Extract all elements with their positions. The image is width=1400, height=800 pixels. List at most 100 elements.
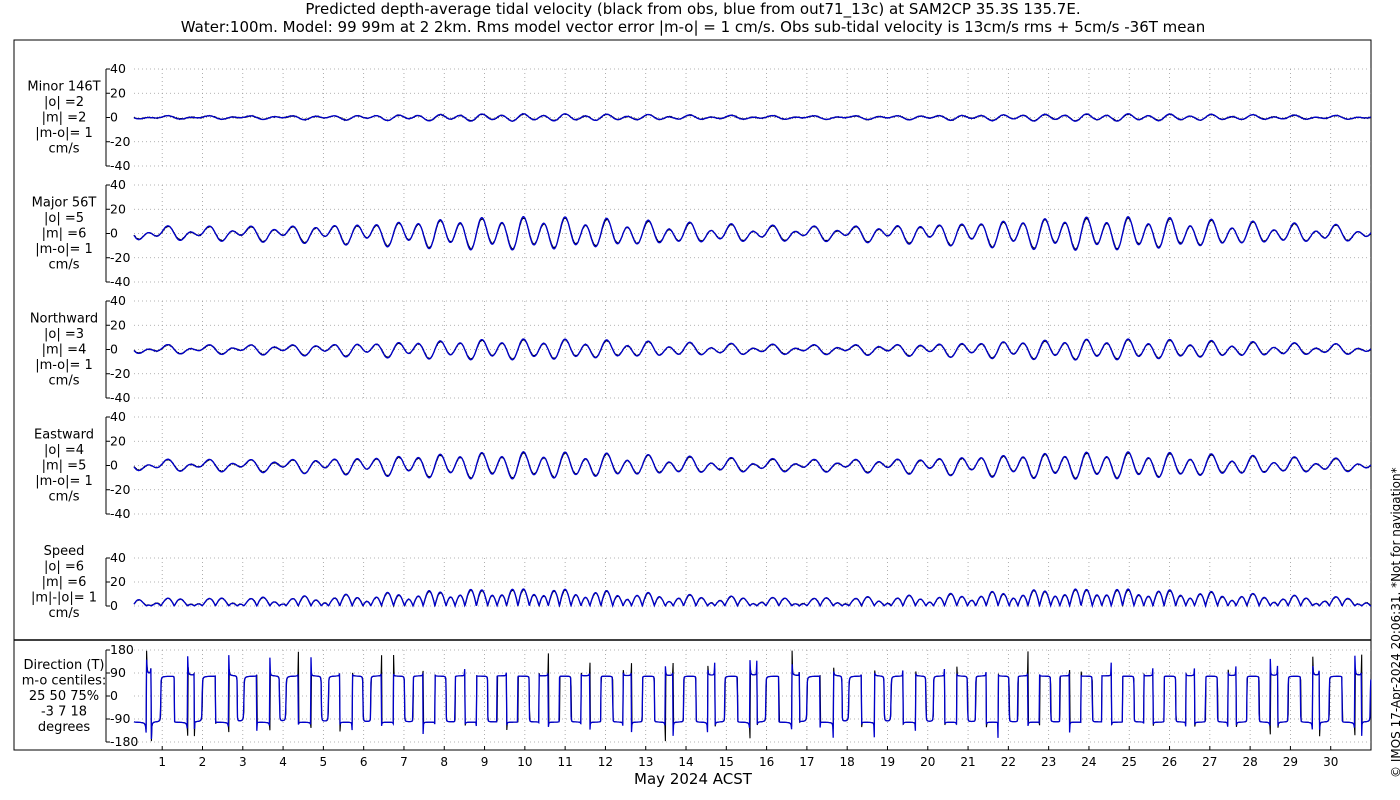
xtick-label-2: 2 [199, 755, 207, 769]
ytick-label-direction-4: -180 [110, 734, 138, 749]
ytick-label-speed-0: 40 [110, 550, 126, 565]
series-model-speed [133, 588, 1372, 609]
ytick-label-major-3: -20 [110, 250, 130, 265]
ytick-label-minor-3: -20 [110, 134, 130, 149]
panel-label-major-0: Major 56T [32, 196, 97, 211]
xtick-label-12: 12 [598, 755, 613, 769]
panel-label-minor-0: Minor 146T [27, 80, 100, 95]
ytick-label-eastward-3: -20 [110, 482, 130, 497]
panel-label-major-3: |m-o|= 1 [35, 242, 93, 257]
panel-direction: 180 90 0 -90 -180 Direction (T)m-o centiles:2… [22, 642, 1372, 749]
ytick-label-major-2: 0 [110, 226, 118, 241]
panel-label-speed-0: Speed [44, 544, 85, 559]
xtick-label-20: 20 [920, 755, 935, 769]
x-axis-label: May 2024 ACST [634, 770, 753, 788]
panel-label-eastward-4: cm/s [49, 490, 80, 505]
copyright-note: © IMOS 17-Apr-2024 20:06:31. *Not for na… [1389, 467, 1400, 778]
panel-label-northward-4: cm/s [49, 374, 80, 389]
xtick-label-24: 24 [1081, 755, 1096, 769]
xtick-label-28: 28 [1242, 755, 1257, 769]
panel-label-northward-2: |m| =4 [42, 343, 87, 358]
series-model-northward [133, 338, 1372, 361]
series-model-minor [133, 113, 1372, 122]
panel-label-speed-3: |m|-|o|= 1 [31, 591, 97, 606]
xtick-label-15: 15 [719, 755, 734, 769]
series-obs-direction [133, 650, 1372, 742]
xtick-label-1: 1 [158, 755, 166, 769]
panel-label-speed-1: |o| =6 [44, 560, 84, 575]
xtick-label-3: 3 [239, 755, 247, 769]
xtick-label-11: 11 [557, 755, 572, 769]
panel-label-minor-4: cm/s [49, 142, 80, 157]
ytick-label-northward-0: 40 [110, 293, 126, 308]
xtick-label-19: 19 [880, 755, 895, 769]
ytick-label-minor-4: -40 [110, 158, 130, 173]
panel-label-minor-3: |m-o|= 1 [35, 126, 93, 141]
xtick-label-23: 23 [1041, 755, 1056, 769]
ytick-label-speed-2: 0 [110, 598, 118, 613]
xtick-label-4: 4 [279, 755, 287, 769]
panel-label-direction-4: degrees [38, 720, 91, 735]
panel-label-direction-1: m-o centiles: [22, 674, 107, 689]
panel-label-speed-4: cm/s [49, 606, 80, 621]
series-model-eastward [133, 451, 1372, 480]
ytick-label-direction-3: -90 [110, 711, 130, 726]
series-model-direction [133, 655, 1372, 740]
panel-label-major-1: |o| =5 [44, 211, 84, 226]
ytick-label-minor-1: 20 [110, 85, 126, 100]
xtick-label-10: 10 [517, 755, 532, 769]
xtick-label-7: 7 [400, 755, 408, 769]
panel-label-direction-2: 25 50 75% [29, 689, 99, 704]
panel-label-direction-3: -3 7 18 [41, 705, 87, 720]
panel-label-speed-2: |m| =6 [42, 575, 87, 590]
ytick-label-direction-2: 0 [110, 688, 118, 703]
xtick-label-25: 25 [1122, 755, 1137, 769]
panel-label-northward-0: Northward [30, 312, 98, 327]
xtick-label-22: 22 [1001, 755, 1016, 769]
panels-layer: 40200-20-40Minor 146T|o| =2|m| =2|m-o|= … [22, 61, 1372, 749]
series-model-major [133, 216, 1372, 251]
xtick-label-6: 6 [360, 755, 368, 769]
ytick-label-speed-1: 20 [110, 574, 126, 589]
ytick-label-eastward-0: 40 [110, 409, 126, 424]
ytick-label-eastward-2: 0 [110, 458, 118, 473]
panel-label-eastward-3: |m-o|= 1 [35, 474, 93, 489]
panel-label-northward-3: |m-o|= 1 [35, 358, 93, 373]
x-axis: 1 2 3 4 5 6 7 8 9 10 11 12 13 14 15 16 17 18 19 20 21 22 23 24 2… [158, 746, 1338, 788]
ytick-label-eastward-4: -40 [110, 506, 130, 521]
xtick-label-29: 29 [1283, 755, 1298, 769]
xtick-label-9: 9 [481, 755, 489, 769]
panel-label-eastward-1: |o| =4 [44, 443, 84, 458]
ytick-label-direction-0: 180 [110, 642, 134, 657]
xtick-label-30: 30 [1323, 755, 1338, 769]
xtick-label-5: 5 [320, 755, 328, 769]
ytick-label-northward-4: -40 [110, 390, 130, 405]
ytick-label-major-4: -40 [110, 274, 130, 289]
ytick-label-northward-1: 20 [110, 317, 126, 332]
xtick-label-14: 14 [678, 755, 693, 769]
panel-label-direction-0: Direction (T) [24, 658, 105, 673]
xtick-label-21: 21 [960, 755, 975, 769]
outer-frame [13, 39, 1372, 751]
ytick-label-direction-1: 90 [110, 665, 126, 680]
panel-label-major-4: cm/s [49, 258, 80, 273]
panel-label-northward-1: |o| =3 [44, 327, 84, 342]
panel-label-eastward-2: |m| =5 [42, 459, 87, 474]
panel-label-minor-1: |o| =2 [44, 95, 84, 110]
xtick-label-17: 17 [799, 755, 814, 769]
xtick-label-8: 8 [440, 755, 448, 769]
xtick-label-26: 26 [1162, 755, 1177, 769]
panel-label-minor-2: |m| =2 [42, 111, 87, 126]
ytick-label-minor-0: 40 [110, 61, 126, 76]
ytick-label-major-1: 20 [110, 201, 126, 216]
xtick-label-27: 27 [1202, 755, 1217, 769]
xtick-label-13: 13 [638, 755, 653, 769]
grid-layer [134, 68, 1371, 743]
tidal-velocity-chart: 40200-20-40Minor 146T|o| =2|m| =2|m-o|= … [13, 39, 1372, 788]
ytick-label-major-0: 40 [110, 177, 126, 192]
ytick-label-eastward-1: 20 [110, 433, 126, 448]
panel-eastward: 40 20 0 -20 -40 Eastward|o| =4|m| =5|m-o|= 1c… [34, 409, 1372, 521]
xtick-label-16: 16 [759, 755, 774, 769]
ytick-label-northward-2: 0 [110, 342, 118, 357]
ytick-label-minor-2: 0 [110, 110, 118, 125]
